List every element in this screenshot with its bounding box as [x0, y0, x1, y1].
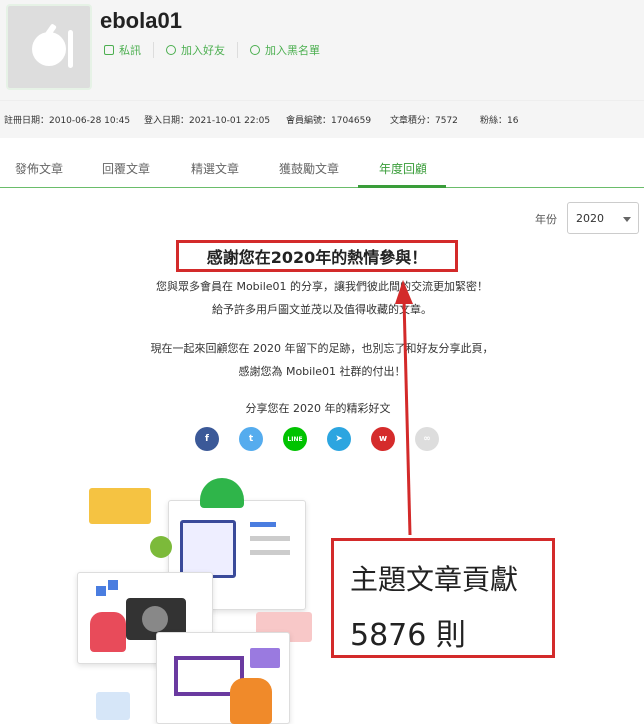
article-points: 文章積分：7572 — [390, 116, 458, 126]
add-friend-button[interactable]: 加入好友 — [166, 42, 238, 58]
message-button[interactable]: 私訊 — [104, 42, 154, 58]
tab-annual-review[interactable]: 年度回顧 — [379, 160, 427, 177]
active-tab-indicator — [358, 185, 446, 188]
review-text-4: 感謝您為 Mobile01 社群的付出！ — [238, 365, 406, 378]
line-icon[interactable]: LINE — [283, 427, 307, 451]
fans-count: 粉絲：16 — [480, 116, 519, 126]
tab-encouraged[interactable]: 獲鼓勵文章 — [279, 160, 339, 177]
tab-featured[interactable]: 精選文章 — [191, 160, 239, 177]
chevron-down-icon — [623, 217, 631, 222]
member-id: 會員編號：1704659 — [286, 116, 372, 126]
callout-title: 主題文章貢獻 — [350, 563, 519, 596]
twitter-icon[interactable]: t — [239, 427, 263, 451]
telegram-icon[interactable]: ➤ — [327, 427, 351, 451]
member-stats: 註冊日期：2010-06-28 10:45 登入日期：2021-10-01 22… — [0, 100, 644, 138]
facebook-icon[interactable]: f — [195, 427, 219, 451]
year-label: 年份 — [535, 213, 557, 226]
bomb-icon — [32, 32, 66, 66]
registered-date: 註冊日期：2010-06-28 10:45 — [4, 116, 131, 126]
username: ebola01 — [100, 8, 182, 33]
callout-count: 5876 則 — [350, 618, 466, 653]
share-buttons: f t LINE ➤ w ∞ — [195, 427, 439, 451]
profile-tabs: 發佈文章 回覆文章 精選文章 獲鼓勵文章 年度回顧 — [0, 148, 644, 188]
link-icon[interactable]: ∞ — [415, 427, 439, 451]
avatar[interactable] — [6, 4, 92, 90]
weibo-icon[interactable]: w — [371, 427, 395, 451]
year-select[interactable]: 2020 — [567, 202, 639, 234]
tab-replies[interactable]: 回覆文章 — [102, 160, 150, 177]
review-text-2: 給予許多用戶圖文並茂以及值得收藏的文章。 — [212, 303, 432, 316]
share-title: 分享您在 2020 年的精彩好文 — [245, 402, 391, 415]
review-text-3: 現在一起來回顧您在 2020 年留下的足跡，也別忘了和好友分享此頁， — [150, 342, 494, 355]
annual-review-illustration — [70, 470, 330, 724]
tab-posted-articles[interactable]: 發佈文章 — [15, 160, 63, 177]
add-friend-icon — [166, 45, 176, 55]
review-text-1: 您與眾多會員在 Mobile01 的分享，讓我們彼此間的交流更加緊密！ — [155, 280, 489, 293]
block-button[interactable]: 加入黑名單 — [250, 42, 332, 58]
review-headline: 感謝您在2020年的熱情參與！ — [206, 248, 428, 267]
profile-header: ebola01 私訊 加入好友 加入黑名單 — [0, 0, 644, 100]
profile-actions: 私訊 加入好友 加入黑名單 — [104, 42, 344, 58]
block-icon — [250, 45, 260, 55]
mail-icon — [104, 45, 114, 55]
last-login-date: 登入日期：2021-10-01 22:05 — [144, 116, 271, 126]
